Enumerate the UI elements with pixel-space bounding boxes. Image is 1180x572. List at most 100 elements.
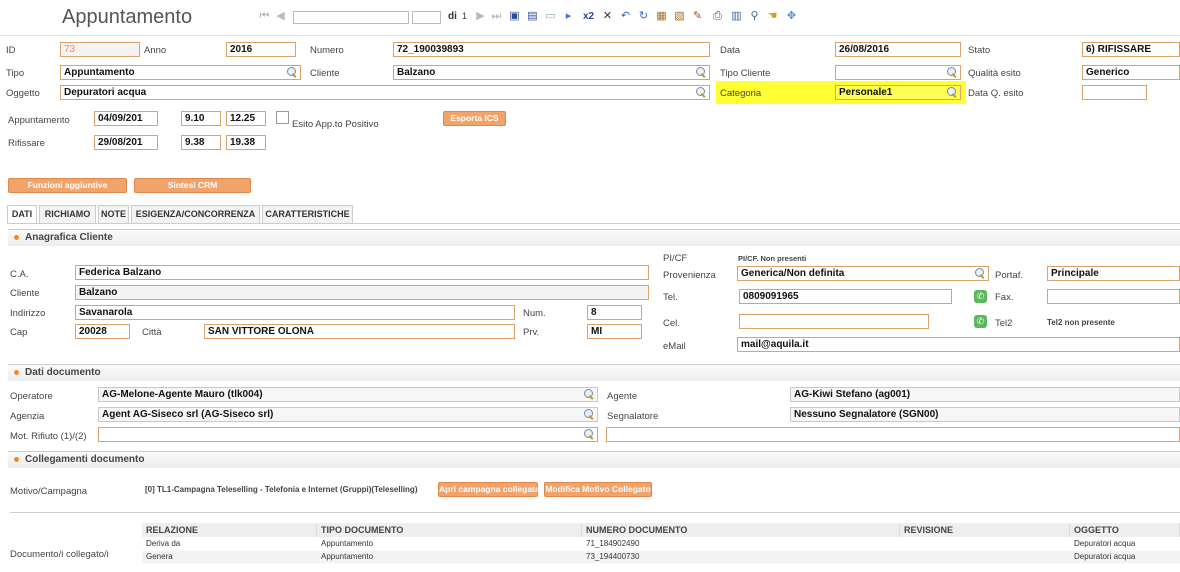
calendar-icon[interactable]: ▥ — [730, 10, 743, 23]
edit-icon[interactable]: ✎ — [691, 10, 704, 23]
next-record-icon[interactable]: ▶ — [474, 10, 487, 23]
record-number-input[interactable] — [412, 11, 441, 24]
tipo-search-icon[interactable] — [287, 67, 298, 78]
agenzia-label: Agenzia — [10, 411, 45, 422]
anno-field[interactable]: 2016 — [226, 42, 296, 57]
col-numero-documento[interactable]: NUMERO DOCUMENTO — [582, 523, 900, 537]
export-ics-button[interactable]: Esporta ICS — [443, 111, 506, 126]
oggetto-search-icon[interactable] — [696, 87, 707, 98]
email-label: eMail — [663, 341, 686, 352]
last-record-icon[interactable]: ⏭ — [490, 10, 503, 23]
attach-icon[interactable]: ▦ — [655, 10, 668, 23]
agente-label: Agente — [607, 391, 638, 402]
new-doc-icon[interactable]: ▭ — [544, 10, 557, 23]
rif-date-field[interactable]: 29/08/201 — [94, 135, 158, 150]
indirizzo-field[interactable]: Savanarola — [75, 305, 515, 320]
table-row[interactable]: Genera Appuntamento 73_194400730 Depurat… — [142, 551, 1180, 563]
tipo-cliente-field[interactable] — [835, 65, 961, 80]
page-title: Appuntamento — [62, 6, 193, 28]
refresh-icon[interactable]: ↻ — [637, 10, 650, 23]
delete-icon[interactable]: ✕ — [601, 10, 614, 23]
cliente-field[interactable]: Balzano — [393, 65, 710, 80]
cliente-search-icon[interactable] — [696, 67, 707, 78]
app-to-field[interactable]: 12.25 — [226, 111, 266, 126]
row-tipo: Appuntamento — [321, 539, 374, 548]
categoria-search-icon[interactable] — [947, 87, 958, 98]
app-from-field[interactable]: 9.10 — [181, 111, 221, 126]
duplicate-icon[interactable]: x2 — [582, 10, 595, 23]
phone-icon[interactable]: ✆ — [974, 290, 987, 303]
provenienza-value: Generica/Non definita — [741, 268, 845, 279]
search-icon[interactable]: ⚲ — [748, 10, 761, 23]
agente-field[interactable]: AG-Kiwi Stefano (ag001) — [790, 387, 1180, 402]
tipo-cliente-search-icon[interactable] — [947, 67, 958, 78]
prv-field[interactable]: MI — [587, 324, 642, 339]
categoria-field[interactable]: Personale1 — [835, 85, 961, 100]
save-icon[interactable]: ▣ — [508, 10, 521, 23]
app-date-field[interactable]: 04/09/201 — [94, 111, 158, 126]
print-icon[interactable]: ⎙ — [711, 10, 724, 23]
first-record-icon[interactable]: ⏮ — [258, 10, 271, 23]
numero-field[interactable]: 72_190039893 — [393, 42, 710, 57]
stato-field[interactable]: 6) RIFISSARE — [1082, 42, 1180, 57]
col-oggetto[interactable]: OGGETTO — [1070, 523, 1180, 537]
cap-field[interactable]: 20028 — [75, 324, 130, 339]
tabs-divider — [7, 223, 1180, 224]
operatore-search-icon[interactable] — [584, 389, 595, 400]
segnalatore-field[interactable]: Nessuno Segnalatore (SGN00) — [790, 407, 1180, 422]
col-revisione[interactable]: REVISIONE — [900, 523, 1070, 537]
save-as-icon[interactable]: ▤ — [526, 10, 539, 23]
motrifiuto-field[interactable] — [98, 427, 598, 442]
tipo-value: Appuntamento — [64, 67, 135, 78]
agenzia-search-icon[interactable] — [584, 409, 595, 420]
run-icon[interactable]: ▸ — [562, 10, 575, 23]
tab-richiamo[interactable]: RICHIAMO — [39, 205, 96, 223]
email-field[interactable]: mail@aquila.it — [737, 337, 1180, 352]
picf-label: PI/CF — [663, 253, 688, 264]
provenienza-field[interactable]: Generica/Non definita — [737, 266, 989, 281]
tipo-field[interactable]: Appuntamento — [60, 65, 301, 80]
hand-icon[interactable]: ☚ — [766, 10, 779, 23]
cel-field[interactable] — [739, 314, 929, 329]
data-field[interactable]: 26/08/2016 — [835, 42, 961, 57]
record-search-input[interactable] — [293, 11, 409, 24]
agenzia-field[interactable]: Agent AG-Siseco srl (AG-Siseco srl) — [98, 407, 598, 422]
provenienza-search-icon[interactable] — [975, 268, 986, 279]
title-bar: Appuntamento ⏮ ◀ di 1 ▶ ⏭ ▣ ▤ ▭ ▸ x2 ✕ ↶… — [0, 0, 1180, 36]
ca-field[interactable]: Federica Balzano — [75, 265, 649, 280]
prev-record-icon[interactable]: ◀ — [274, 10, 287, 23]
dataq-field[interactable] — [1082, 85, 1147, 100]
funzioni-button[interactable]: Funzioni aggiuntive — [8, 178, 127, 193]
col-tipo-documento[interactable]: TIPO DOCUMENTO — [317, 523, 582, 537]
fax-field[interactable] — [1047, 289, 1180, 304]
rif-to-field[interactable]: 19.38 — [226, 135, 266, 150]
motrifiuto-search-icon[interactable] — [584, 429, 595, 440]
tab-caratteristiche[interactable]: CARATTERISTICHE — [262, 205, 353, 223]
qualita-field[interactable]: Generico — [1082, 65, 1180, 80]
tab-esigenza[interactable]: ESIGENZA/CONCORRENZA — [131, 205, 260, 223]
appuntamento-label: Appuntamento — [8, 115, 70, 126]
oggetto-field[interactable]: Depuratori acqua — [60, 85, 710, 100]
section-bullet — [14, 370, 19, 375]
docs-icon[interactable]: ▧ — [673, 10, 686, 23]
table-row[interactable]: Deriva da Appuntamento 71_184902490 Depu… — [142, 538, 1180, 550]
citta-field[interactable]: SAN VITTORE OLONA — [204, 324, 515, 339]
undo-icon[interactable]: ↶ — [619, 10, 632, 23]
apri-campagna-button[interactable]: Apri campagna collegata — [438, 482, 540, 497]
agenzia-value: Agent AG-Siseco srl (AG-Siseco srl) — [102, 409, 274, 420]
move-icon[interactable]: ✥ — [785, 10, 798, 23]
tab-note[interactable]: NOTE — [98, 205, 129, 223]
rif-from-field[interactable]: 9.38 — [181, 135, 221, 150]
operatore-field[interactable]: AG-Melone-Agente Mauro (tlk004) — [98, 387, 598, 402]
portaf-field[interactable]: Principale — [1047, 266, 1180, 281]
provenienza-label: Provenienza — [663, 270, 716, 281]
phone-icon[interactable]: ✆ — [974, 315, 987, 328]
num-field[interactable]: 8 — [587, 305, 642, 320]
sintesi-button[interactable]: Sintesi CRM — [134, 178, 251, 193]
modifica-motivo-button[interactable]: Modifica Motivo Collegato — [544, 482, 652, 497]
esito-checkbox[interactable] — [276, 111, 289, 124]
tel-field[interactable]: 0809091965 — [739, 289, 952, 304]
col-relazione[interactable]: RELAZIONE — [142, 523, 317, 537]
motrifiuto2-field[interactable] — [606, 427, 1180, 442]
tab-dati[interactable]: DATI — [7, 205, 37, 224]
